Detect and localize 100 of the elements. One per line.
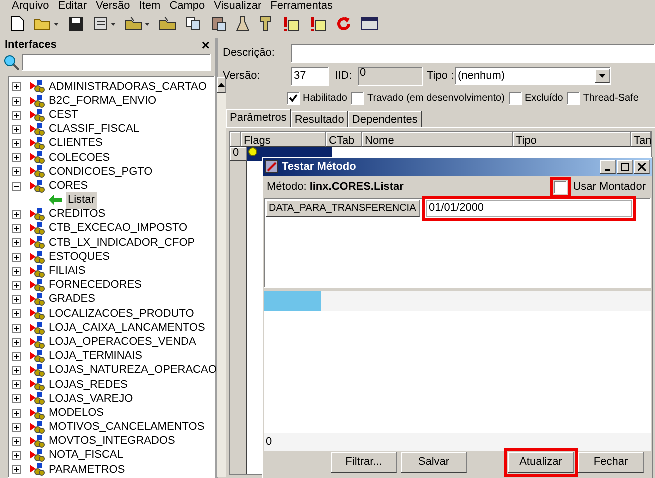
menu-item[interactable]: Visualizar: [214, 0, 262, 12]
maximize-button[interactable]: [617, 160, 633, 174]
tree-item[interactable]: COLECOES: [49, 150, 110, 166]
new-document-icon[interactable]: [11, 16, 25, 32]
tree-item[interactable]: B2C_FORMA_ENVIO: [49, 92, 157, 110]
search-field[interactable]: [22, 54, 211, 72]
expand-toggle-icon[interactable]: [12, 124, 21, 134]
expand-toggle-icon[interactable]: [12, 309, 21, 318]
tree-item[interactable]: CREDITOS: [49, 206, 106, 223]
tree-item[interactable]: CLASSIF_FISCAL: [49, 121, 140, 138]
expand-toggle-icon[interactable]: [12, 96, 21, 106]
flask-icon[interactable]: [236, 16, 250, 32]
dropdown-caret-icon[interactable]: [145, 22, 150, 26]
checkbox[interactable]: [351, 92, 364, 104]
dialog-button[interactable]: Atualizar: [508, 452, 574, 472]
tree-item[interactable]: LOCALIZACOES_PRODUTO: [49, 306, 194, 322]
expand-toggle-icon[interactable]: [12, 324, 21, 333]
close-button[interactable]: ×: [202, 38, 210, 52]
expand-toggle-icon[interactable]: [12, 280, 21, 290]
minimize-button[interactable]: [600, 160, 616, 174]
expand-toggle-icon[interactable]: [12, 252, 21, 262]
tree-item[interactable]: FILIAIS: [49, 263, 86, 280]
expand-toggle-icon[interactable]: [12, 82, 21, 92]
column-header[interactable]: Tipo: [513, 132, 631, 147]
collapse-toggle-icon[interactable]: [12, 182, 21, 191]
clipboard-icon[interactable]: [211, 16, 227, 32]
expand-toggle-icon[interactable]: [12, 224, 21, 234]
tree-item[interactable]: CTB_LX_INDICADOR_CFOP: [49, 234, 196, 252]
tab[interactable]: Resultado: [290, 111, 348, 127]
expand-toggle-icon[interactable]: [12, 295, 21, 304]
tree-item[interactable]: LOJAS_REDES: [49, 376, 128, 394]
dropdown-caret-icon[interactable]: [54, 22, 59, 26]
expand-toggle-icon[interactable]: [12, 380, 21, 390]
checkbox[interactable]: [554, 180, 568, 194]
tree-item[interactable]: Listar: [66, 192, 97, 209]
type-select[interactable]: (nenhum): [455, 67, 611, 85]
tree-item[interactable]: LOJA_TERMINAIS: [49, 348, 143, 365]
folder-icon[interactable]: [159, 16, 177, 32]
tree-item[interactable]: NOTA_FISCAL: [49, 447, 124, 464]
menu-item[interactable]: Versão: [96, 0, 130, 12]
column-header[interactable]: Tan: [631, 132, 651, 147]
menu-item[interactable]: Ferramentas: [270, 0, 334, 12]
param-value-field[interactable]: 01/01/2000: [426, 200, 632, 217]
tree-item[interactable]: MOVTOS_INTEGRADOS: [49, 433, 176, 450]
tree-item[interactable]: CONDICOES_PGTO: [49, 164, 153, 180]
column-header[interactable]: CTab: [326, 132, 362, 147]
tree-item[interactable]: CTB_EXCECAO_IMPOSTO: [49, 220, 188, 237]
tab[interactable]: Dependentes: [348, 111, 422, 127]
dialog-button[interactable]: Filtrar...: [331, 452, 397, 472]
menu-item[interactable]: Editar: [58, 0, 88, 12]
version-field[interactable]: 37: [291, 66, 329, 86]
expand-toggle-icon[interactable]: [12, 210, 21, 220]
checkbox[interactable]: [508, 92, 522, 104]
tree-item[interactable]: CEST: [49, 106, 78, 124]
menu-item[interactable]: Arquivo: [12, 0, 50, 12]
folder-icon[interactable]: [125, 16, 143, 32]
tree-item[interactable]: MOTIVOS_CANCELAMENTOS: [49, 419, 205, 436]
expand-toggle-icon[interactable]: [12, 238, 21, 248]
exclamation-icon[interactable]: [282, 16, 300, 32]
dialog-button[interactable]: Fechar: [578, 452, 644, 472]
tree-item[interactable]: ESTOQUES: [49, 248, 110, 266]
expand-toggle-icon[interactable]: [12, 366, 21, 376]
close-button[interactable]: [634, 160, 650, 174]
exclamation-icon[interactable]: [309, 16, 327, 32]
tree-item[interactable]: GRADES: [49, 291, 96, 308]
tree-item[interactable]: LOJAS_NATUREZA_OPERACAO: [49, 362, 217, 379]
expand-toggle-icon[interactable]: [12, 451, 21, 460]
description-field[interactable]: [291, 44, 655, 62]
tree-item[interactable]: LOJA_CAIXA_LANCAMENTOS: [49, 320, 206, 336]
expand-toggle-icon[interactable]: [12, 139, 21, 148]
tree-item[interactable]: ADMINISTRADORAS_CARTAO: [49, 78, 207, 96]
document-icon[interactable]: [93, 16, 109, 32]
tab[interactable]: Parâmetros: [226, 109, 291, 127]
expand-toggle-icon[interactable]: [12, 266, 21, 276]
dialog-button[interactable]: Salvar: [401, 452, 467, 472]
expand-toggle-icon[interactable]: [12, 338, 21, 347]
expand-toggle-icon[interactable]: [12, 110, 21, 120]
menu-item[interactable]: Campo: [170, 0, 206, 12]
checkbox[interactable]: [287, 92, 300, 104]
expand-toggle-icon[interactable]: [12, 394, 21, 404]
tree-item[interactable]: FORNECEDORES: [49, 277, 142, 294]
expand-toggle-icon[interactable]: [12, 153, 21, 162]
dropdown-caret-icon[interactable]: [599, 74, 606, 78]
checkbox[interactable]: [567, 92, 580, 104]
window-icon[interactable]: [361, 16, 379, 32]
scroll-up-icon[interactable]: [218, 82, 225, 87]
expand-toggle-icon[interactable]: [12, 408, 21, 418]
tree-item[interactable]: MODELOS: [49, 404, 104, 422]
dropdown-caret-icon[interactable]: [111, 22, 116, 26]
expand-toggle-icon[interactable]: [12, 465, 21, 474]
column-header[interactable]: Flags: [241, 132, 326, 147]
expand-toggle-icon[interactable]: [12, 352, 21, 361]
tree-item[interactable]: CLIENTES: [49, 135, 103, 152]
copy-icon[interactable]: [186, 16, 202, 32]
menu-item[interactable]: Item: [139, 0, 161, 12]
expand-toggle-icon[interactable]: [12, 167, 21, 176]
expand-toggle-icon[interactable]: [12, 422, 21, 432]
tree-item[interactable]: PARAMETROS: [49, 462, 126, 478]
tree-item[interactable]: CORES: [49, 178, 88, 194]
tree-item[interactable]: LOJAS_VAREJO: [49, 390, 134, 408]
